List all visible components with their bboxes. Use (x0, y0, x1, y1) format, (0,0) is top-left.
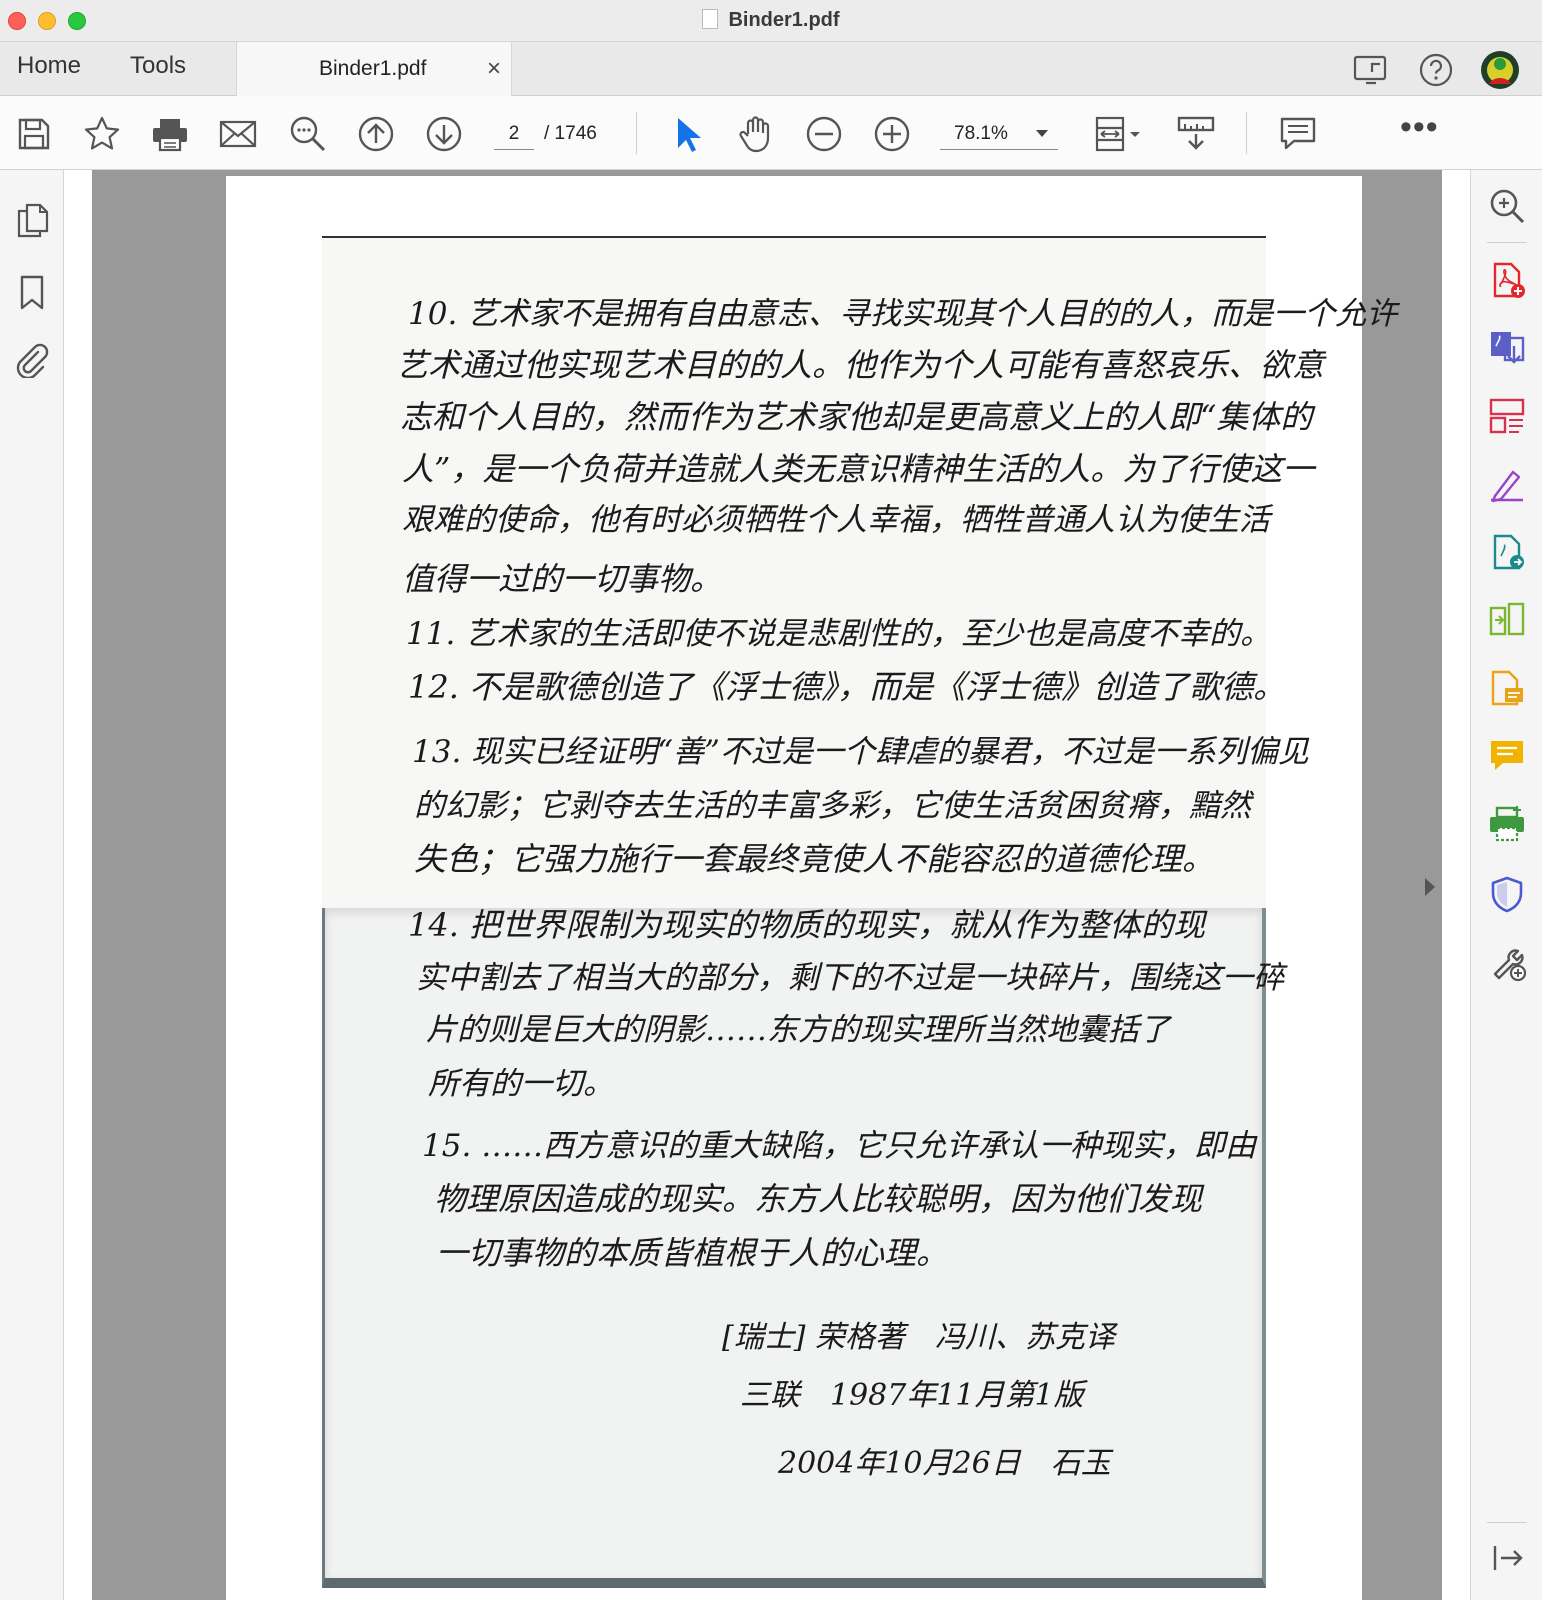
page-up-icon[interactable] (356, 114, 396, 154)
avatar[interactable] (1480, 50, 1520, 90)
organize-pages-icon[interactable] (1487, 396, 1527, 436)
comment-icon[interactable] (1278, 114, 1318, 154)
close-icon[interactable]: × (487, 55, 501, 83)
save-icon[interactable] (14, 114, 54, 154)
text-line: 10. 艺术家不是拥有自由意志、寻找实现其个人目的的人，而是一个允许 (408, 296, 1398, 332)
text-line-citation: 三联 1987年11月第1版 (740, 1378, 1084, 1413)
chevron-down-icon (1036, 130, 1048, 137)
pane-divider (1487, 1522, 1527, 1523)
text-line: 12. 不是歌德创造了《浮士德》，而是《浮士德》创造了歌德。 (408, 668, 1286, 706)
star-icon[interactable] (82, 114, 122, 154)
attachment-icon[interactable] (14, 342, 50, 378)
page-background: 10. 艺术家不是拥有自由意志、寻找实现其个人目的的人，而是一个允许 艺术通过他… (92, 170, 1442, 1600)
toolbar-divider (1246, 112, 1247, 154)
title-bar: Binder1.pdf (0, 0, 1542, 42)
bookmark-icon[interactable] (14, 274, 50, 310)
text-line: 片的则是巨大的阴影……东方的现实理所当然地囊括了 (426, 1012, 1170, 1048)
compress-pdf-icon[interactable] (1487, 600, 1527, 640)
help-icon[interactable] (1418, 52, 1454, 88)
text-line: 志和个人目的，然而作为艺术家他却是更高意义上的人即“集体的 (400, 398, 1313, 436)
text-line-citation: [瑞士] 荣格著 冯川、苏克译 (722, 1320, 1115, 1355)
select-arrow-icon[interactable] (668, 114, 708, 154)
page-number-input[interactable]: 2 (494, 118, 534, 150)
text-line: 的幻影；它剥夺去生活的丰富多彩，它使生活贫困贫瘠，黯然 (414, 788, 1251, 824)
fill-sign-icon[interactable] (1487, 464, 1527, 504)
window-title: Binder1.pdf (0, 9, 1542, 32)
mail-icon[interactable] (218, 114, 258, 154)
more-options-icon[interactable]: ••• (1400, 110, 1439, 144)
window-title-text: Binder1.pdf (728, 9, 840, 31)
zoom-value: 78.1% (954, 123, 1008, 144)
text-line-date: 2004年10月26日 石玉 (778, 1446, 1111, 1481)
zoom-search-icon[interactable] (288, 114, 328, 154)
right-tools-pane (1425, 170, 1542, 1600)
text-line: 13. 现实已经证明“善”不过是一个肆虐的暴君，不过是一系列偏见 (412, 734, 1309, 770)
text-line: 值得一过的一切事物。 (402, 560, 723, 598)
text-line: 实中割去了相当大的部分，剩下的不过是一块碎片，围绕这一碎 (416, 960, 1284, 996)
toolbar-divider (636, 112, 637, 154)
text-line: 人”，是一个负荷并造就人类无意识精神生活的人。为了行使这一 (402, 450, 1315, 488)
print-production-icon[interactable] (1487, 804, 1527, 844)
text-line: 物理原因造成的现实。东方人比较聪明，因为他们发现 (434, 1180, 1203, 1218)
hand-icon[interactable] (736, 114, 776, 154)
text-line: 15. ……西方意识的重大缺陷，它只允许承认一种现实，即由 (422, 1128, 1257, 1164)
tab-bar: Home Tools Binder1.pdf × (0, 42, 1542, 96)
comment-tool-icon[interactable] (1487, 736, 1527, 776)
text-line: 失色；它强力施行一套最终竟使人不能容忍的道德伦理。 (414, 840, 1215, 878)
toolbar: 2 / 1746 78.1% ••• (0, 96, 1542, 170)
fit-page-icon[interactable] (1092, 114, 1144, 154)
more-tools-icon[interactable] (1487, 942, 1527, 982)
collapse-pane-icon[interactable] (1487, 1538, 1527, 1578)
pdf-page: 10. 艺术家不是拥有自由意志、寻找实现其个人目的的人，而是一个允许 艺术通过他… (226, 176, 1397, 1600)
text-line: 艰难的使命，他有时必须牺牲个人幸福，牺牲普通人认为使生活 (402, 502, 1270, 538)
edit-pdf-icon[interactable] (1487, 532, 1527, 572)
text-line: 一切事物的本质皆植根于人的心理。 (436, 1234, 949, 1272)
left-nav-pane (0, 170, 84, 1600)
text-line: 14. 把世界限制为现实的物质的现实，就从作为整体的现 (408, 906, 1206, 944)
pages-icon[interactable] (14, 202, 50, 238)
search-zoom-icon[interactable] (1487, 186, 1527, 226)
text-line: 11. 艺术家的生活即使不说是悲剧性的，至少也是高度不幸的。 (406, 616, 1272, 652)
document-icon (702, 9, 719, 29)
page-down-icon[interactable] (424, 114, 464, 154)
tab-tools[interactable]: Tools (130, 52, 186, 80)
scroll-mode-icon[interactable] (1176, 114, 1216, 154)
tab-home[interactable]: Home (17, 52, 81, 80)
zoom-in-icon[interactable] (872, 114, 912, 154)
create-pdf-icon[interactable] (1487, 260, 1527, 300)
tab-document-label: Binder1.pdf (319, 57, 427, 80)
share-screen-icon[interactable] (1352, 52, 1390, 88)
print-icon[interactable] (150, 114, 190, 154)
text-line: 所有的一切。 (428, 1066, 614, 1102)
request-signature-icon[interactable] (1487, 668, 1527, 708)
text-line: 艺术通过他实现艺术目的的人。他作为个人可能有喜怒哀乐、欲意 (396, 346, 1325, 384)
zoom-out-icon[interactable] (804, 114, 844, 154)
tab-document[interactable]: Binder1.pdf × (236, 42, 512, 96)
export-pdf-icon[interactable] (1487, 328, 1527, 368)
page-total: / 1746 (544, 123, 597, 144)
scanned-handwriting: 10. 艺术家不是拥有自由意志、寻找实现其个人目的的人，而是一个允许 艺术通过他… (322, 236, 1397, 1588)
zoom-select[interactable]: 78.1% (940, 118, 1058, 150)
protect-icon[interactable] (1487, 874, 1527, 914)
pane-divider (1487, 242, 1527, 243)
collapse-right-icon[interactable] (1425, 878, 1435, 896)
document-viewport[interactable]: 10. 艺术家不是拥有自由意志、寻找实现其个人目的的人，而是一个允许 艺术通过他… (64, 170, 1470, 1600)
